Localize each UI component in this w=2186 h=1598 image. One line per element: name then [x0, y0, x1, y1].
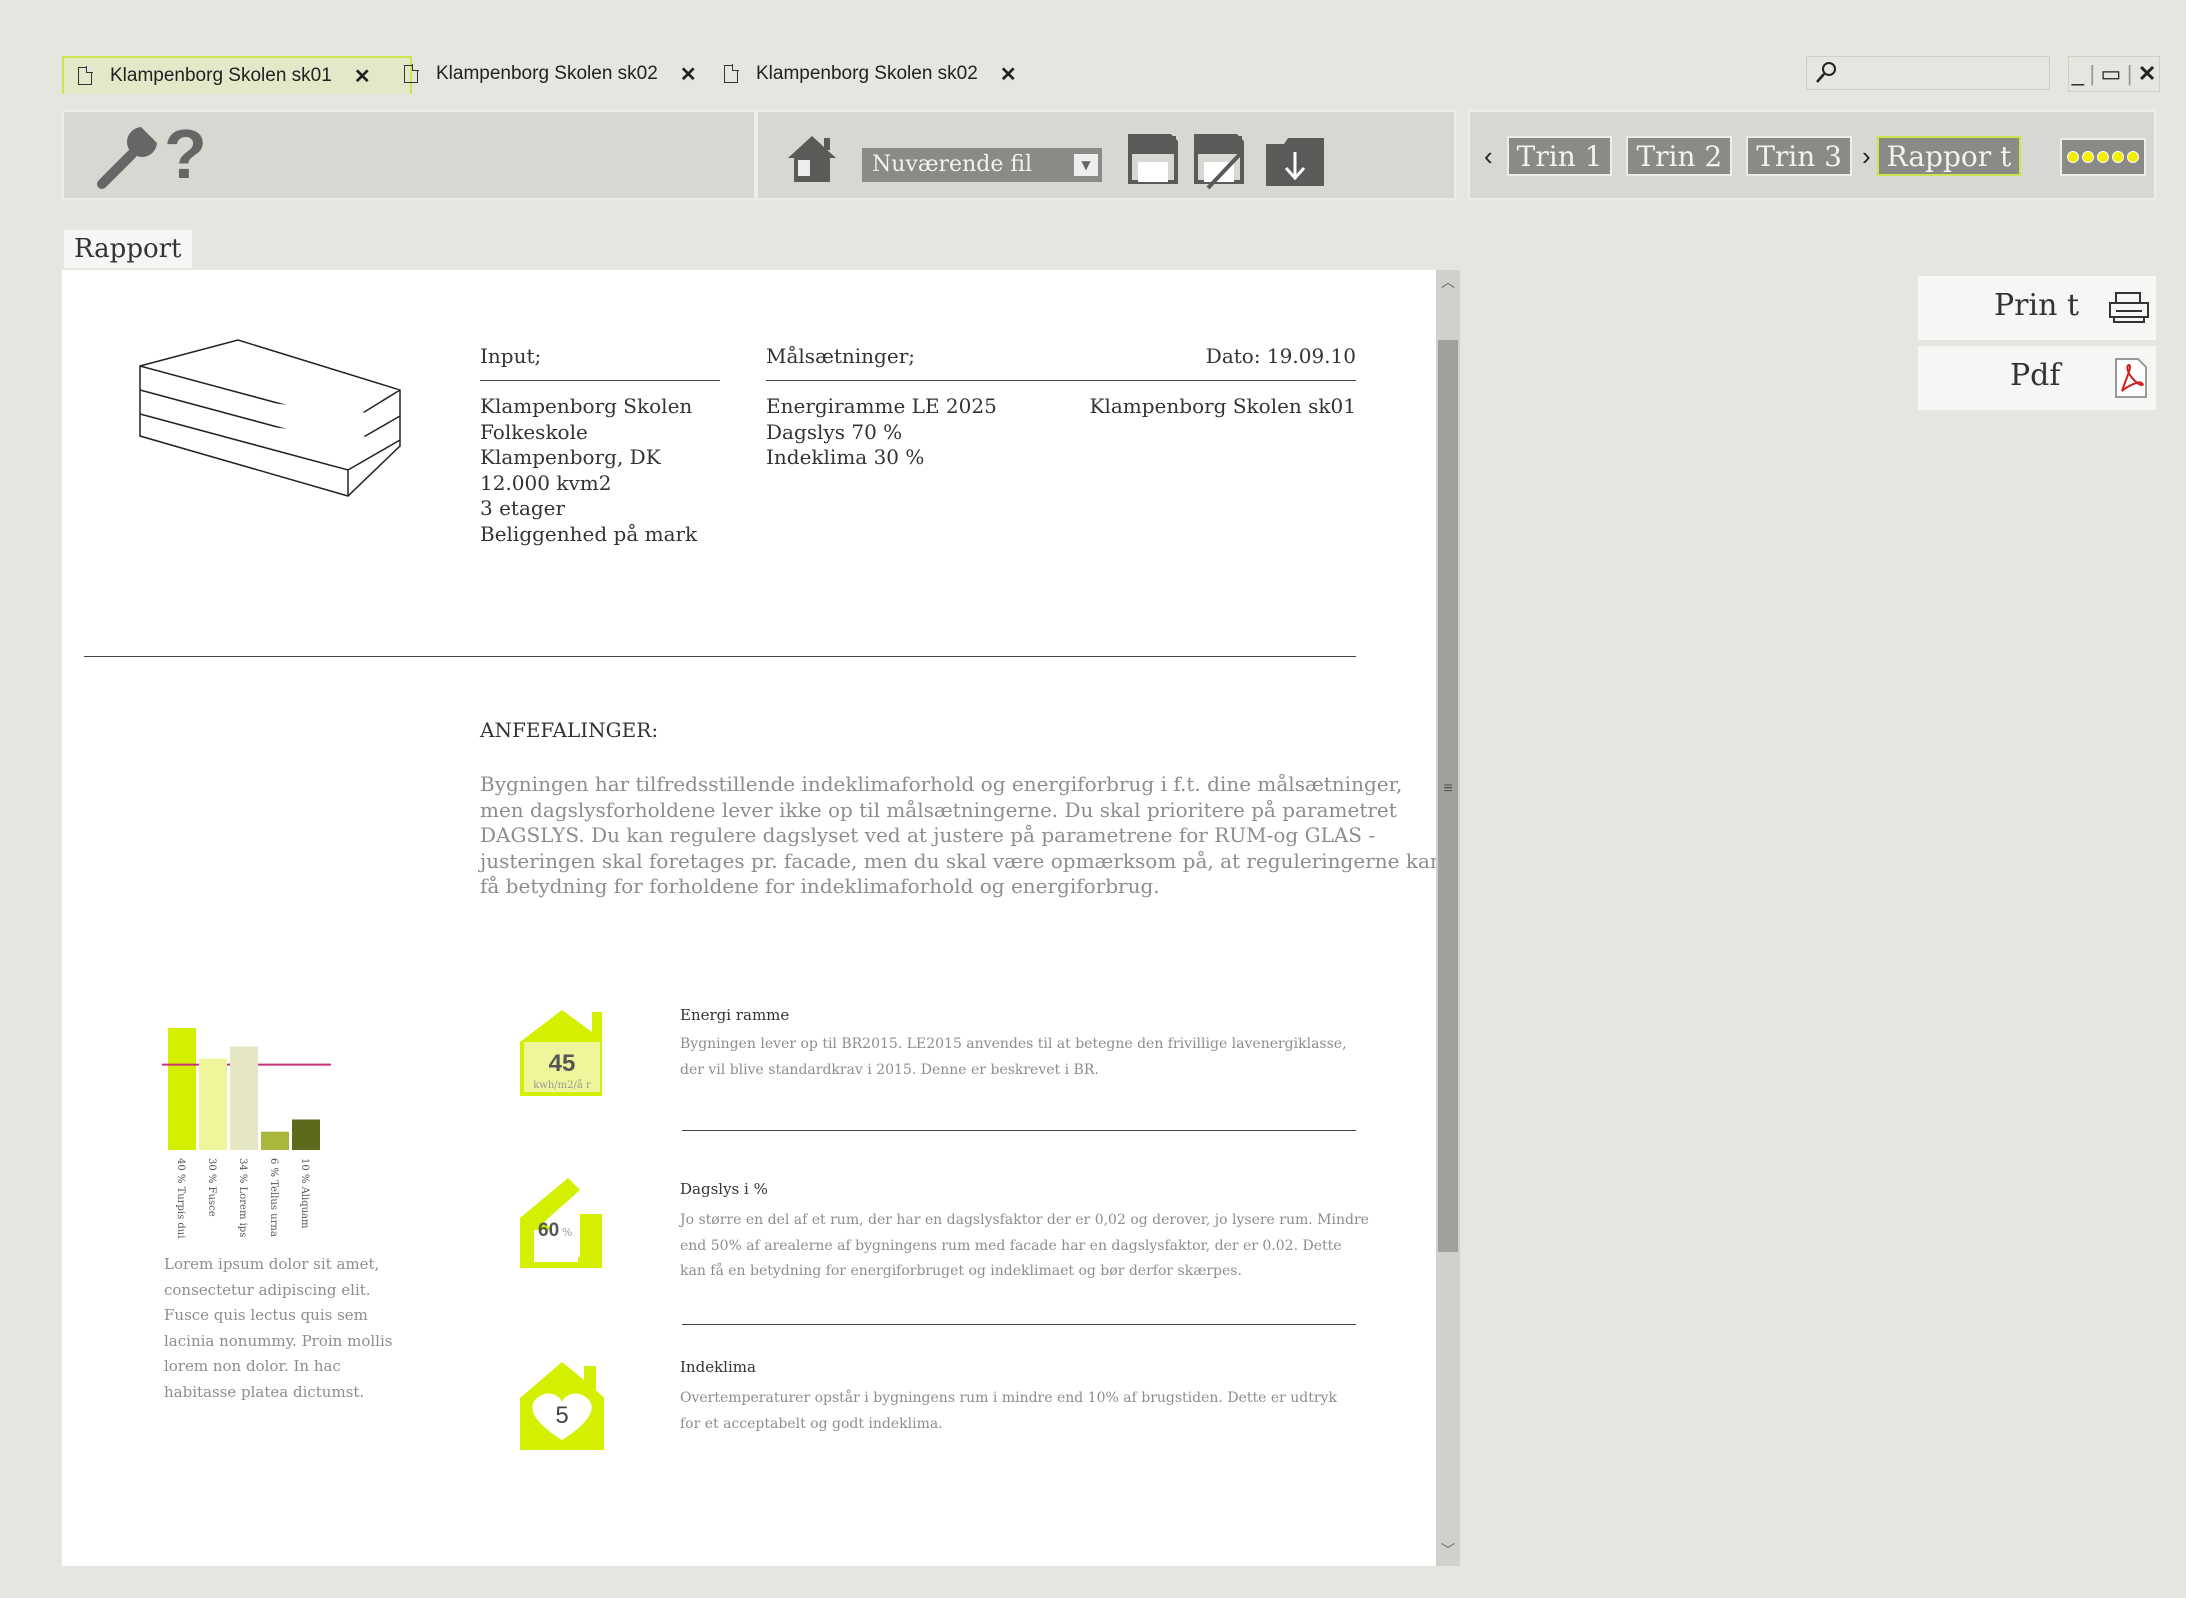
metric-value: 45 [548, 1050, 576, 1077]
search-icon [1816, 62, 1836, 83]
restore-icon[interactable]: ▭ [2100, 61, 2121, 87]
input-line: Klampenborg Skolen [480, 394, 693, 418]
tab-sk01[interactable]: Klampenborg Skolen sk01 ✕ [62, 56, 412, 94]
steps-panel: ‹ Trin 1 Trin 2 Trin 3 › Rappor t [1468, 110, 2156, 200]
document-icon [404, 64, 419, 83]
report-file-name: Klampenborg Skolen sk01 [1089, 394, 1356, 418]
metric-description: Jo større en del af et rum, der har en d… [680, 1212, 1369, 1279]
download-folder-icon[interactable] [1264, 136, 1326, 188]
chart-category-label: 40 % Turpis dui [175, 1158, 186, 1238]
recommendation-line: men dagslysforholdene lever ikke op til … [480, 797, 1397, 822]
metric-unit: kwh/m2/å r [533, 1080, 591, 1091]
close-tab-icon[interactable]: ✕ [1000, 62, 1017, 87]
chart-bar [168, 1028, 196, 1150]
save-icon[interactable] [1128, 134, 1178, 184]
metric-value: 60 [538, 1220, 560, 1241]
close-tab-icon[interactable]: ✕ [680, 62, 697, 87]
tab-sk02-copy[interactable]: Klampenborg Skolen sk02 ✕ [724, 56, 1017, 92]
step-trin-2[interactable]: Trin 2 [1626, 136, 1733, 176]
file-select[interactable]: Nuværende fil ▼ [862, 148, 1102, 182]
step-trin-3[interactable]: Trin 3 [1746, 136, 1852, 176]
metric-description: Bygningen lever op til BR2015. LE2015 an… [680, 1036, 1347, 1078]
goal-line: Dagslys 70 % [766, 419, 903, 444]
metric-title: Energi ramme [680, 1006, 790, 1024]
chart-bar [292, 1119, 320, 1150]
chart-category-label: 34 % Lorem ips [237, 1158, 248, 1237]
chart-bar [199, 1058, 227, 1150]
close-window-icon[interactable]: ✕ [2138, 61, 2156, 87]
chevron-down-icon: ▼ [1074, 154, 1098, 176]
input-line: 12.000 kvm2 [480, 470, 612, 495]
goal-line: Indeklima 30 % [766, 445, 925, 469]
step-trin-1[interactable]: Trin 1 [1506, 136, 1613, 176]
save-as-icon[interactable] [1194, 132, 1248, 190]
house-daylight-icon [520, 1178, 602, 1268]
step-prev-icon[interactable]: ‹ [1484, 141, 1493, 172]
more-menu-button[interactable] [2060, 138, 2146, 176]
scroll-up-icon[interactable]: ︿ [1436, 272, 1460, 292]
input-heading: Input; [480, 344, 542, 368]
chart-bar [230, 1046, 258, 1150]
goal-line: Energiramme LE 2025 [766, 394, 997, 418]
pdf-icon [2115, 358, 2147, 398]
scrollbar-thumb[interactable]: ≡ [1438, 340, 1458, 1252]
metric-title: Indeklima [680, 1358, 756, 1376]
chart-category-label: 30 % Fusce [206, 1158, 217, 1217]
printer-icon [2109, 292, 2149, 323]
step-next-icon[interactable]: › [1862, 141, 1871, 172]
home-icon[interactable] [784, 130, 840, 186]
metric-unit: % [562, 1226, 573, 1239]
tools-panel: ? [62, 110, 756, 200]
recommendation-line: Bygningen har tilfredsstillende indeklim… [480, 772, 1403, 796]
pdf-button[interactable]: Pdf [1918, 346, 2156, 410]
recommendation-line: justeringen skal foretages pr. facade, m… [480, 848, 1443, 873]
input-line: Beliggenhed på mark [480, 521, 698, 546]
chart-bar [261, 1131, 289, 1150]
close-tab-icon[interactable]: ✕ [354, 64, 371, 89]
recommendations-heading: ANFEFALINGER: [480, 718, 659, 742]
wrench-icon[interactable] [94, 122, 164, 192]
file-panel: Nuværende fil ▼ [756, 110, 1456, 200]
metric-value: 5 [555, 1402, 569, 1429]
tab-rapport[interactable]: Rapport [64, 230, 192, 268]
step-rapport[interactable]: Rappor t [1876, 136, 2022, 176]
print-button[interactable]: Prin t [1918, 276, 2156, 340]
document-icon [724, 64, 739, 83]
chart-category-label: 6 % Tellus urna [268, 1158, 279, 1237]
recommendation-line: få betydning for forholdene for indeklim… [480, 874, 1160, 898]
metric-description: Overtemperaturer opstår i bygningens rum… [680, 1390, 1337, 1432]
input-line: Folkeskole [480, 419, 588, 444]
metric-title: Dagslys i % [680, 1180, 768, 1198]
window-controls: _ | ▭ | ✕ [2068, 56, 2160, 92]
grip-icon: ≡ [1443, 780, 1453, 797]
tab-sk02[interactable]: Klampenborg Skolen sk02 ✕ [404, 56, 697, 92]
search-input[interactable] [1806, 56, 2050, 90]
goals-heading: Målsætninger; [766, 344, 915, 368]
scroll-down-icon[interactable]: ﹀ [1436, 1540, 1460, 1560]
chart-category-label: 10 % Aliquam [299, 1158, 310, 1229]
recommendation-line: DAGSLYS. Du kan regulere dagslyset ved a… [480, 823, 1376, 847]
input-line: Klampenborg, DK [480, 445, 661, 469]
building-drawing [139, 339, 401, 497]
document-icon [78, 66, 93, 85]
minimize-icon[interactable]: _ [2072, 61, 2084, 87]
bar-chart: 40 % Turpis dui 30 % Fusce 34 % Lorem ips 6… [162, 1028, 331, 1238]
help-icon[interactable]: ? [164, 114, 207, 194]
report-date: Dato: 19.09.10 [1205, 344, 1356, 368]
input-line: 3 etager [480, 496, 566, 520]
chart-caption: Lorem ipsum dolor sit amet, consectetur … [164, 1255, 393, 1401]
scrollbar[interactable]: ︿ ≡ ﹀ [1436, 270, 1460, 1566]
report-document: Input; Klampenborg Skolen Folkeskole Kla… [62, 270, 1460, 1566]
